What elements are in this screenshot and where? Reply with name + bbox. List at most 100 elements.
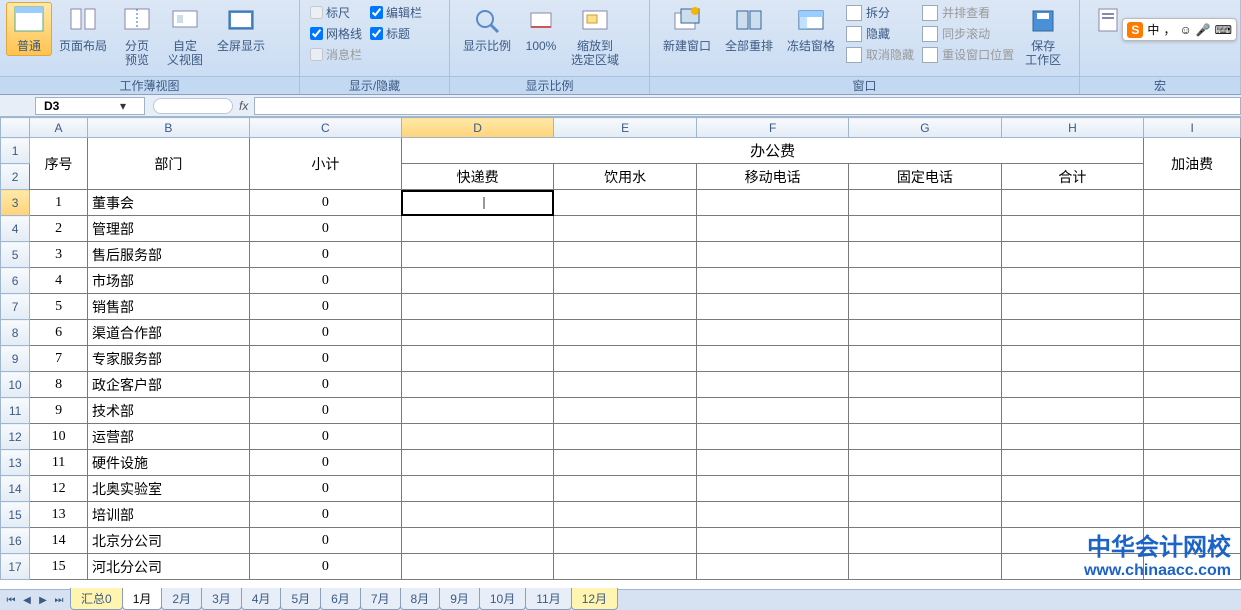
sheet-tab[interactable]: 11月 bbox=[525, 588, 571, 610]
view-fullscreen-button[interactable]: 全屏显示 bbox=[210, 2, 272, 56]
cell[interactable]: 10 bbox=[30, 424, 88, 450]
cell[interactable] bbox=[1144, 398, 1241, 424]
cell[interactable] bbox=[401, 216, 553, 242]
ime-toolbar[interactable]: S 中 ， ☺ 🎤 ⌨ bbox=[1122, 18, 1237, 41]
sheet-tab[interactable]: 4月 bbox=[241, 588, 282, 610]
new-window-button[interactable]: 新建窗口 bbox=[656, 2, 718, 56]
cell[interactable] bbox=[1144, 502, 1241, 528]
cell[interactable] bbox=[849, 320, 1001, 346]
cell[interactable] bbox=[1001, 268, 1144, 294]
cell[interactable] bbox=[554, 476, 697, 502]
cell[interactable] bbox=[401, 554, 553, 580]
cell[interactable]: 加油费 bbox=[1144, 138, 1241, 190]
cell[interactable] bbox=[697, 476, 849, 502]
row-header[interactable]: 9 bbox=[1, 346, 30, 372]
cell[interactable] bbox=[554, 190, 697, 216]
select-all-corner[interactable] bbox=[1, 118, 30, 138]
cell[interactable]: 快递费 bbox=[401, 164, 553, 190]
cell[interactable]: 渠道合作部 bbox=[88, 320, 250, 346]
sheet-tab[interactable]: 6月 bbox=[320, 588, 361, 610]
cell[interactable]: 办公费 bbox=[401, 138, 1143, 164]
cell[interactable] bbox=[554, 450, 697, 476]
cell[interactable] bbox=[1001, 346, 1144, 372]
cell[interactable]: 5 bbox=[30, 294, 88, 320]
tab-last-button[interactable]: ⏭ bbox=[52, 593, 66, 607]
cell[interactable]: 9 bbox=[30, 398, 88, 424]
cell[interactable]: 8 bbox=[30, 372, 88, 398]
cell[interactable] bbox=[697, 294, 849, 320]
cell[interactable] bbox=[849, 424, 1001, 450]
cell[interactable] bbox=[1001, 502, 1144, 528]
cell[interactable]: 部门 bbox=[88, 138, 250, 190]
cell[interactable]: 3 bbox=[30, 242, 88, 268]
arrange-all-button[interactable]: 全部重排 bbox=[718, 2, 780, 56]
cell[interactable] bbox=[697, 528, 849, 554]
cell[interactable]: 市场部 bbox=[88, 268, 250, 294]
cell[interactable] bbox=[1144, 424, 1241, 450]
cell[interactable] bbox=[554, 294, 697, 320]
column-header[interactable]: B bbox=[88, 118, 250, 138]
row-header[interactable]: 8 bbox=[1, 320, 30, 346]
cell[interactable]: 0 bbox=[249, 320, 401, 346]
sync-scroll-button[interactable]: 同步滚动 bbox=[922, 25, 1014, 42]
cell[interactable] bbox=[1001, 450, 1144, 476]
zoom-selection-button[interactable]: 缩放到 选定区域 bbox=[564, 2, 626, 70]
cell[interactable] bbox=[401, 372, 553, 398]
cell[interactable] bbox=[1144, 190, 1241, 216]
cell[interactable] bbox=[697, 320, 849, 346]
cell[interactable]: 管理部 bbox=[88, 216, 250, 242]
cell[interactable] bbox=[697, 216, 849, 242]
cell[interactable] bbox=[1144, 346, 1241, 372]
cell[interactable] bbox=[401, 320, 553, 346]
column-header[interactable]: A bbox=[30, 118, 88, 138]
cell[interactable]: 0 bbox=[249, 216, 401, 242]
cell[interactable] bbox=[1001, 294, 1144, 320]
cell[interactable] bbox=[1144, 450, 1241, 476]
cell[interactable] bbox=[1001, 476, 1144, 502]
cell[interactable]: 培训部 bbox=[88, 502, 250, 528]
cell[interactable] bbox=[1001, 424, 1144, 450]
cell[interactable] bbox=[1144, 528, 1241, 554]
column-header[interactable]: H bbox=[1001, 118, 1144, 138]
view-page-break-button[interactable]: 分页 预览 bbox=[114, 2, 160, 70]
cell[interactable] bbox=[401, 502, 553, 528]
cell[interactable] bbox=[554, 398, 697, 424]
cell[interactable] bbox=[1001, 216, 1144, 242]
cell[interactable]: 0 bbox=[249, 190, 401, 216]
sheet-tab[interactable]: 3月 bbox=[201, 588, 242, 610]
cell[interactable]: 董事会 bbox=[88, 190, 250, 216]
cell[interactable] bbox=[401, 476, 553, 502]
sheet-tab[interactable]: 10月 bbox=[479, 588, 526, 610]
row-header[interactable]: 5 bbox=[1, 242, 30, 268]
cell[interactable] bbox=[1001, 398, 1144, 424]
cell[interactable] bbox=[554, 268, 697, 294]
headings-checkbox[interactable]: 标题 bbox=[370, 25, 422, 42]
cell[interactable]: 固定电话 bbox=[849, 164, 1001, 190]
view-normal-button[interactable]: 普通 bbox=[6, 2, 52, 56]
formula-bar-input[interactable] bbox=[254, 97, 1241, 115]
cell[interactable] bbox=[849, 190, 1001, 216]
ime-keyboard-icon[interactable]: ⌨ bbox=[1215, 23, 1232, 37]
cell[interactable] bbox=[401, 528, 553, 554]
cell[interactable] bbox=[849, 398, 1001, 424]
cell[interactable] bbox=[1001, 372, 1144, 398]
unhide-button[interactable]: 取消隐藏 bbox=[846, 46, 914, 63]
row-header[interactable]: 13 bbox=[1, 450, 30, 476]
cell[interactable] bbox=[1144, 476, 1241, 502]
cell[interactable] bbox=[849, 294, 1001, 320]
row-header[interactable]: 3 bbox=[1, 190, 30, 216]
cell[interactable] bbox=[401, 268, 553, 294]
cell[interactable]: 11 bbox=[30, 450, 88, 476]
column-header[interactable]: G bbox=[849, 118, 1001, 138]
name-box-input[interactable] bbox=[36, 99, 116, 113]
row-header[interactable]: 11 bbox=[1, 398, 30, 424]
row-header[interactable]: 1 bbox=[1, 138, 30, 164]
cell[interactable] bbox=[401, 294, 553, 320]
zoom-button[interactable]: 显示比例 bbox=[456, 2, 518, 56]
cell[interactable] bbox=[697, 554, 849, 580]
ime-face-icon[interactable]: ☺ bbox=[1179, 23, 1191, 37]
cell[interactable] bbox=[554, 528, 697, 554]
cell[interactable]: 运营部 bbox=[88, 424, 250, 450]
cell[interactable]: 6 bbox=[30, 320, 88, 346]
cell[interactable] bbox=[849, 372, 1001, 398]
